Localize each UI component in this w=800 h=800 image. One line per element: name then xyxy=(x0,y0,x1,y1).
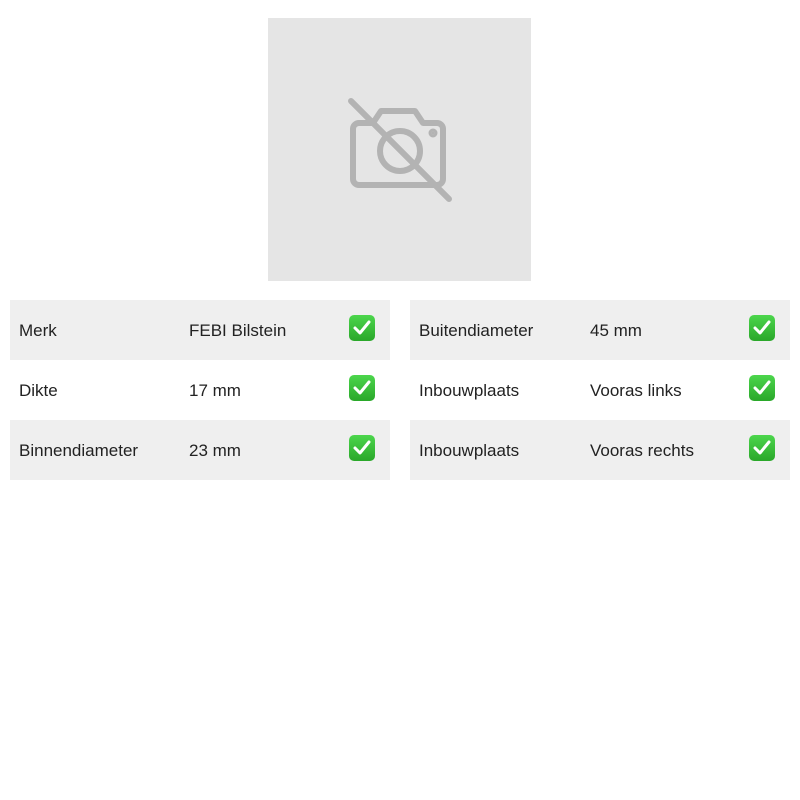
check-icon xyxy=(349,315,375,341)
spec-label: Inbouwplaats xyxy=(419,441,520,460)
spec-value: 17 mm xyxy=(189,381,241,400)
spec-value: Vooras rechts xyxy=(590,441,694,460)
spec-row-inbouwplaats-links: Inbouwplaats Vooras links xyxy=(410,360,790,420)
product-image-placeholder xyxy=(268,18,531,281)
check-icon xyxy=(349,435,375,461)
spec-row-merk: Merk FEBI Bilstein xyxy=(10,300,390,360)
spec-label: Buitendiameter xyxy=(419,321,534,340)
spec-table-left: Merk FEBI Bilstein Dikte 17 mm Binnendia… xyxy=(10,300,390,480)
check-icon xyxy=(749,435,775,461)
product-spec-page: Merk FEBI Bilstein Dikte 17 mm Binnendia… xyxy=(0,0,800,800)
spec-row-buitendiameter: Buitendiameter 45 mm xyxy=(410,300,790,360)
spec-value: FEBI Bilstein xyxy=(189,321,287,340)
spec-label: Merk xyxy=(19,321,57,340)
spec-row-binnendiameter: Binnendiameter 23 mm xyxy=(10,420,390,480)
no-photo-icon xyxy=(345,95,455,205)
spec-value: 45 mm xyxy=(590,321,642,340)
spec-row-dikte: Dikte 17 mm xyxy=(10,360,390,420)
check-icon xyxy=(749,375,775,401)
spec-table-right: Buitendiameter 45 mm Inbouwplaats Vooras… xyxy=(410,300,790,480)
spec-row-inbouwplaats-rechts: Inbouwplaats Vooras rechts xyxy=(410,420,790,480)
check-icon xyxy=(749,315,775,341)
check-icon xyxy=(349,375,375,401)
spec-value: Vooras links xyxy=(590,381,682,400)
spec-label: Binnendiameter xyxy=(19,441,139,460)
spec-label: Inbouwplaats xyxy=(419,381,520,400)
spec-value: 23 mm xyxy=(189,441,241,460)
spec-label: Dikte xyxy=(19,381,58,400)
